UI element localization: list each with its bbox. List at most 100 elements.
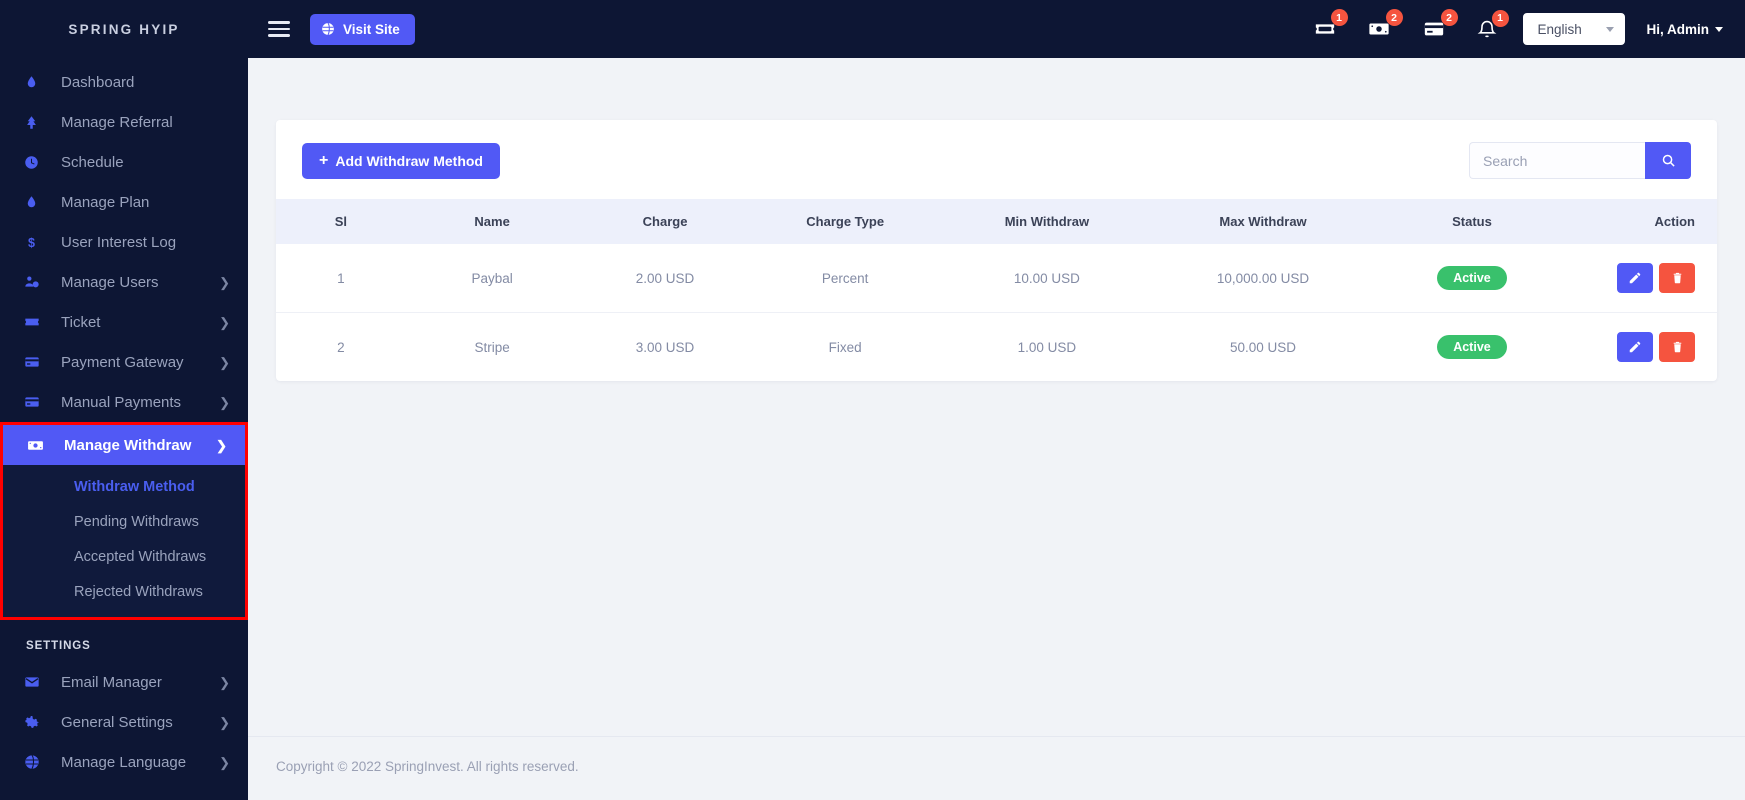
water-drop-icon <box>24 195 50 210</box>
card-toolbar: + Add Withdraw Method <box>276 120 1717 199</box>
sidebar-heading-others: OTHERS <box>0 782 248 800</box>
chevron-down-icon <box>1605 26 1614 32</box>
brand-logo: SPRING HYIP <box>68 21 180 37</box>
bell-notification-button[interactable]: 1 <box>1477 9 1509 40</box>
credit-card-icon <box>24 354 50 370</box>
account-label: Hi, Admin <box>1646 21 1710 37</box>
water-drop-icon <box>24 75 50 90</box>
sidebar-item-general-settings[interactable]: General Settings ❯ <box>0 702 248 742</box>
sidebar-item-manage-withdraw[interactable]: Manage Withdraw ❯ <box>3 425 245 465</box>
column-header-action: Action <box>1654 214 1695 229</box>
svg-text:$: $ <box>28 235 35 249</box>
column-header-charge: Charge <box>642 214 688 229</box>
sidebar-item-manage-plan[interactable]: Manage Plan <box>0 182 248 222</box>
withdraw-methods-table: Sl Name Charge Charge Type Min Withdraw … <box>276 199 1717 381</box>
sidebar-subitem-accepted-withdraws[interactable]: Accepted Withdraws <box>3 539 245 574</box>
cell-min-withdraw: 10.00 USD <box>938 244 1155 313</box>
globe-icon <box>24 754 50 770</box>
visit-site-label: Visit Site <box>343 21 400 37</box>
cell-min-withdraw: 1.00 USD <box>1017 339 1077 355</box>
deposits-notification-button[interactable]: 2 <box>1367 9 1403 40</box>
chevron-right-icon: ❯ <box>219 714 230 730</box>
sidebar-subitem-rejected-withdraws[interactable]: Rejected Withdraws <box>3 574 245 609</box>
status-badge: Active <box>1437 334 1507 360</box>
sidebar-item-label: General Settings <box>61 713 173 731</box>
column-header-sl: Sl <box>334 214 347 229</box>
cell-charge: 2.00 USD <box>578 244 752 313</box>
cell-action <box>1572 244 1717 313</box>
sidebar: SPRING HYIP Dashboard Manage Referral Sc… <box>0 0 248 800</box>
cell-status: Active <box>1371 244 1573 313</box>
sidebar-subitem-label: Rejected Withdraws <box>74 583 203 600</box>
pencil-icon <box>1628 271 1642 285</box>
badge-count: 1 <box>1330 9 1348 26</box>
add-withdraw-method-button[interactable]: + Add Withdraw Method <box>302 142 500 179</box>
withdraw-method-card: + Add Withdraw Method Search Sl Name Cha… <box>276 120 1717 381</box>
sidebar-item-ticket[interactable]: Ticket ❯ <box>0 302 248 342</box>
sidebar-subitem-pending-withdraws[interactable]: Pending Withdraws <box>3 504 245 539</box>
ticket-icon <box>24 314 50 330</box>
edit-button[interactable] <box>1617 263 1653 293</box>
sidebar-item-label: Manage Withdraw <box>64 436 192 454</box>
column-header-min-withdraw: Min Withdraw <box>1004 214 1090 229</box>
sidebar-item-schedule[interactable]: Schedule <box>0 142 248 182</box>
sidebar-item-email-manager[interactable]: Email Manager ❯ <box>0 662 248 702</box>
search-button[interactable] <box>1645 142 1691 179</box>
tickets-notification-button[interactable]: 1 <box>1314 9 1348 40</box>
status-badge: Active <box>1437 265 1507 291</box>
gear-icon <box>24 714 50 730</box>
topbar-icons: 1 2 2 1 <box>1314 9 1509 40</box>
sidebar-item-label: Manage Referral <box>61 113 173 131</box>
cell-name: Paybal <box>405 244 579 313</box>
sidebar-item-user-interest-log[interactable]: $ User Interest Log <box>0 222 248 262</box>
row-actions <box>1573 263 1695 293</box>
footer: Copyright © 2022 SpringInvest. All right… <box>248 736 1745 800</box>
edit-button[interactable] <box>1617 332 1653 362</box>
cell-action <box>1573 313 1717 382</box>
table-row: 2 Stripe 3.00 USD Fixed 1.00 USD 50.00 U… <box>276 313 1717 382</box>
search-input[interactable] <box>1469 142 1645 179</box>
admin-dashboard: SPRING HYIP Dashboard Manage Referral Sc… <box>0 0 1745 800</box>
chevron-down-icon: ❯ <box>216 437 227 453</box>
sidebar-item-label: Payment Gateway <box>61 353 184 371</box>
sidebar-item-dashboard[interactable]: Dashboard <box>0 62 248 102</box>
account-menu[interactable]: Hi, Admin <box>1646 21 1723 37</box>
content-area: + Add Withdraw Method Search Sl Name Cha… <box>248 58 1745 736</box>
main-area: Visit Site 1 2 2 1 English Hi, Admin + A… <box>248 0 1745 800</box>
add-withdraw-method-label: Add Withdraw Method <box>335 152 483 169</box>
sidebar-item-manage-users[interactable]: Manage Users ❯ <box>0 262 248 302</box>
clock-icon <box>24 155 50 170</box>
sidebar-item-label: Manage Users <box>61 273 159 291</box>
sidebar-item-manual-payments[interactable]: Manual Payments ❯ <box>0 382 248 422</box>
cell-max-withdraw: 50.00 USD <box>1230 339 1297 355</box>
sidebar-subitem-label: Pending Withdraws <box>74 513 199 530</box>
withdraw-submenu: Withdraw Method Pending Withdraws Accept… <box>3 465 245 617</box>
envelope-icon <box>24 674 50 690</box>
money-bill-icon <box>27 437 53 454</box>
trash-icon <box>1671 271 1684 285</box>
sidebar-item-label: Email Manager <box>61 673 162 691</box>
chevron-right-icon: ❯ <box>219 674 230 690</box>
chevron-down-icon <box>1715 26 1723 32</box>
delete-button[interactable] <box>1659 332 1695 362</box>
globe-icon <box>321 22 335 36</box>
sidebar-subitem-label: Accepted Withdraws <box>74 548 207 565</box>
language-selector[interactable]: English <box>1522 13 1625 45</box>
sidebar-item-label: Manage Language <box>61 753 187 771</box>
pencil-icon <box>1628 340 1642 354</box>
column-header-status: Status <box>1452 214 1492 229</box>
sidebar-item-manage-referral[interactable]: Manage Referral <box>0 102 248 142</box>
search-group <box>1469 142 1691 179</box>
plus-icon: + <box>319 151 329 169</box>
column-header-name: Name <box>474 214 510 229</box>
table-body: 1 Paybal 2.00 USD Percent 10.00 USD 10,0… <box>276 244 1717 381</box>
hamburger-icon[interactable] <box>264 14 294 44</box>
delete-button[interactable] <box>1659 263 1695 293</box>
visit-site-button[interactable]: Visit Site <box>310 13 415 45</box>
cell-charge-type: Fixed <box>828 339 862 355</box>
sidebar-item-manage-language[interactable]: Manage Language ❯ <box>0 742 248 782</box>
withdraws-notification-button[interactable]: 2 <box>1422 9 1458 40</box>
sidebar-item-payment-gateway[interactable]: Payment Gateway ❯ <box>0 342 248 382</box>
sidebar-nav: Dashboard Manage Referral Schedule Manag… <box>0 58 248 800</box>
sidebar-subitem-withdraw-method[interactable]: Withdraw Method <box>3 469 245 504</box>
